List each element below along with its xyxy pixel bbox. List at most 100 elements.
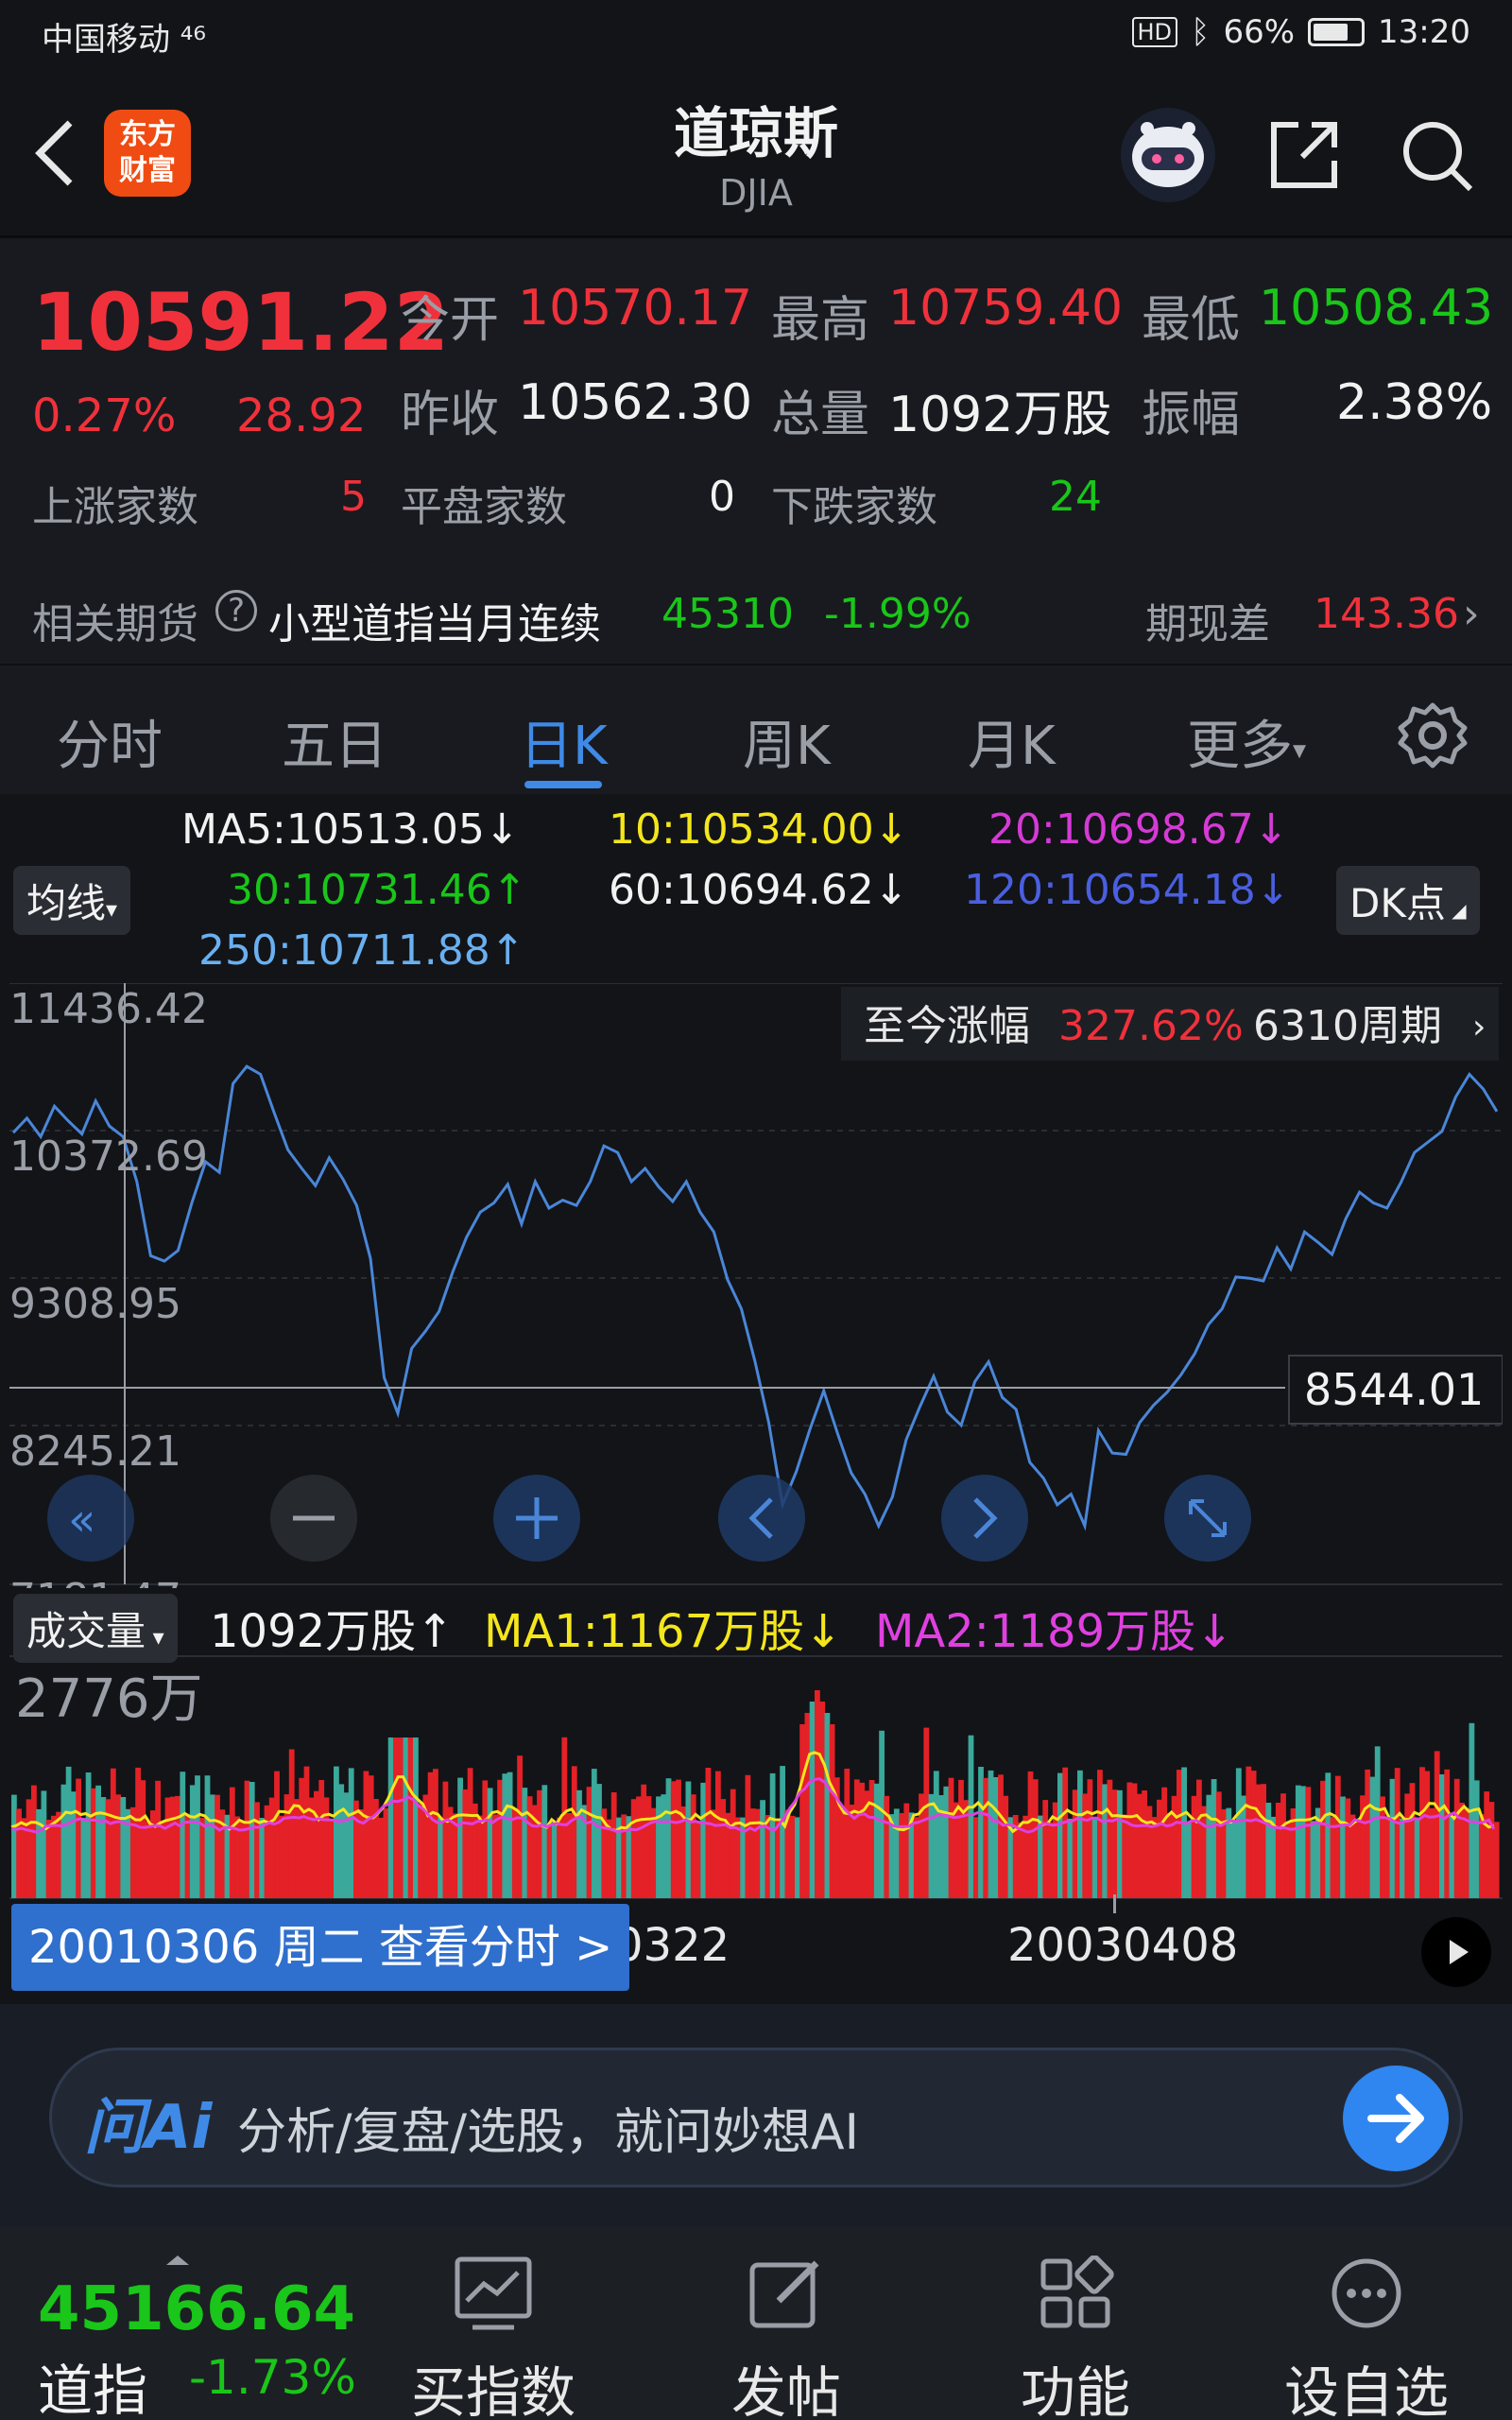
scroll-right-button[interactable] [941,1475,1028,1562]
volume-bar [1215,1791,1222,1898]
price-chart[interactable]: 11436.42 10372.69 9308.95 8245.21 7181.47 至今… [9,983,1503,1588]
hd-icon: HD [1131,17,1178,47]
help-icon[interactable]: ? [215,590,257,631]
nav-functions[interactable]: 功能 [962,2227,1189,2420]
cursor-value: 8544.01 [1304,1364,1484,1415]
battery-percent: 66% [1223,13,1296,51]
volume-bar [745,1774,751,1898]
since-label: 至今涨幅 [864,1002,1030,1050]
active-tab-indicator [524,781,602,788]
nav-buy-index[interactable]: 买指数 [380,2227,607,2420]
dk-point-button[interactable]: DK点 ◢ [1336,866,1480,935]
volume-bar [571,1766,577,1898]
volume-bar [665,1778,672,1898]
nav-functions-label: 功能 [1020,2360,1130,2420]
corner-arrow-icon: ◢ [1445,899,1467,922]
volume-bar [715,1771,721,1898]
volume-bar [968,1735,974,1898]
bottom-nav: 45166.64 道指 -1.73% 买指数 发帖 功能 设自选 [0,2227,1512,2420]
volume-bar [636,1796,642,1898]
change-amount: 28.92 [236,389,367,442]
scroll-left-button[interactable] [718,1475,805,1562]
ma-selector[interactable]: 均线▾ [13,866,131,935]
volume-bar [1365,1769,1371,1898]
volume-bar [1018,1822,1023,1898]
volume-bar [1340,1796,1346,1898]
date-tick-mark [1113,1894,1116,1913]
volume-bar [661,1794,667,1898]
volume-bar [303,1766,310,1898]
tab-more-label: 更多 [1187,716,1293,777]
nav-post[interactable]: 发帖 [673,2227,900,2420]
futures-row[interactable]: 相关期货 ? 小型道指当月连续 45310 -1.99% 期现差 143.36 … [0,556,1512,664]
volume-bar [393,1737,399,1898]
volume-bar [1374,1746,1381,1898]
volume-bar [958,1779,964,1898]
volume-chart[interactable]: 2776万 [9,1654,1503,1900]
ai-send-button[interactable] [1343,2066,1449,2171]
volume-bar [249,1782,255,1898]
volume-bar [438,1817,443,1898]
tab-intraday[interactable]: 分时 [57,703,163,780]
volume-bar [591,1769,597,1898]
volume-ma2: MA2:1189万股↓ [875,1605,1234,1658]
volume-bar [209,1794,215,1898]
low-label: 最低 [1142,292,1241,349]
volume-bar [403,1737,409,1898]
volume-bar [610,1792,617,1898]
share-icon[interactable] [1264,115,1344,195]
volume-bar [676,1779,681,1898]
since-percent: 327.62% [1058,1002,1244,1050]
volume-bar [1404,1793,1411,1898]
change-percent: 0.27% [32,389,177,442]
ma-selector-label: 均线 [26,880,107,926]
volume-bar [1146,1806,1153,1898]
tab-weekly-k[interactable]: 周K [743,703,831,780]
advancers-value: 5 [340,473,367,521]
volume-bar [586,1787,593,1898]
view-intraday-button[interactable]: 20010306 周二 查看分时 > [11,1904,629,1991]
volume-bar [1453,1778,1460,1898]
volume-bar [507,1772,513,1898]
tab-five-day[interactable]: 五日 [282,703,387,780]
volume-bar [259,1818,266,1898]
volume-bar [378,1817,385,1898]
play-button[interactable] [1421,1917,1491,1987]
ai-input[interactable]: 问Ai 分析/复盘/选股，就问妙想AI [49,2048,1463,2187]
volume-bar [169,1796,176,1898]
quote-panel: 10591.22 0.27% 28.92 今开 10570.17 最高 1075… [0,238,1512,664]
tab-monthly-k[interactable]: 月K [968,703,1056,780]
volume-bar [477,1815,483,1898]
settings-gear-icon[interactable] [1397,700,1469,771]
volume-bar [1349,1814,1356,1898]
volume-bar [1250,1771,1257,1898]
search-icon[interactable] [1397,115,1476,195]
volume-bar [472,1803,478,1898]
volume-label: 总量 [771,387,870,443]
volume-bar [1235,1768,1242,1898]
nav-add-watchlist[interactable]: 设自选 [1253,2227,1480,2420]
volume-bar [160,1822,166,1898]
volume-bar [1191,1795,1197,1898]
volume-ma1: MA1:1167万股↓ [484,1605,843,1658]
volume-bar [992,1777,999,1898]
volume-bar [398,1737,404,1898]
volume-bar [180,1772,186,1898]
volume-bar [1400,1818,1405,1898]
y-tick-label: 7181.47 [9,1575,181,1588]
volume-bar [1032,1779,1039,1898]
volume-bar [363,1771,369,1898]
volume-bar [1265,1803,1272,1898]
tab-daily-k[interactable]: 日K [520,703,608,780]
volume-selector[interactable]: 成交量 ▾ [13,1594,178,1663]
period-tabs: 分时 五日 日K 周K 月K 更多▾ [0,664,1512,794]
index-ticker[interactable]: 45166.64 道指 -1.73% [0,2227,378,2420]
volume-bar [1062,1767,1069,1898]
grid-icon [1040,2256,1114,2328]
volume-bar [1201,1806,1207,1898]
battery-icon [1308,18,1366,46]
volume-bar [135,1767,141,1898]
ma20-value: 20:10698.67↓ [988,805,1289,854]
tab-more[interactable]: 更多▾ [1187,703,1306,780]
robot-assistant-icon[interactable] [1121,108,1215,202]
